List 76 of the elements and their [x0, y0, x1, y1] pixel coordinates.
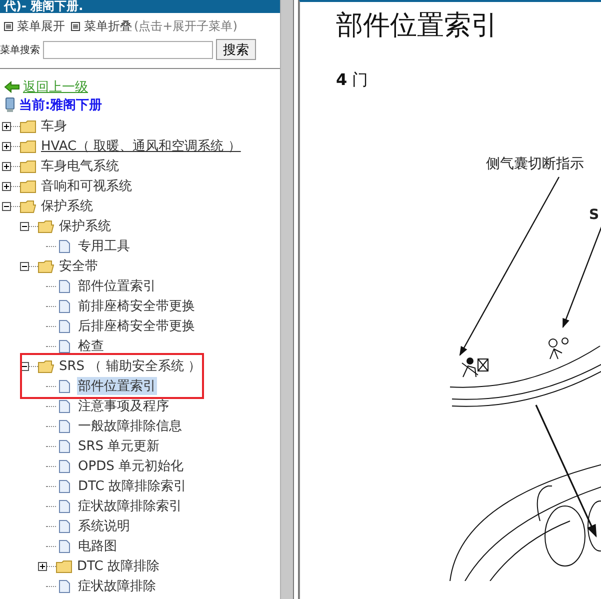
seatbelt-indicator-icon	[462, 358, 488, 378]
document-icon	[59, 380, 70, 392]
tree-item[interactable]: SRS 单元更新	[77, 437, 161, 455]
open-folder-icon	[38, 220, 54, 232]
tree-folder[interactable]: 保护系统	[58, 217, 112, 235]
tree-folder[interactable]: 车身	[40, 117, 68, 135]
document-icon	[59, 320, 70, 332]
document-icon	[59, 480, 70, 492]
computer-icon	[4, 97, 16, 113]
open-folder-icon	[38, 360, 54, 372]
document-icon	[59, 300, 70, 312]
collapse-icon[interactable]	[20, 262, 29, 270]
tree-folder[interactable]: 车身电气系统	[40, 157, 120, 175]
expand-icon[interactable]	[2, 122, 11, 130]
folder-icon	[20, 120, 36, 132]
document-icon	[59, 540, 70, 552]
tree-item[interactable]: 检查	[77, 337, 105, 355]
tree-item[interactable]: 注意事项及程序	[77, 397, 170, 415]
document-icon	[59, 440, 70, 452]
callout-label: S	[589, 207, 600, 223]
document-icon	[59, 580, 70, 592]
tree-folder[interactable]: 音响和可视系统	[40, 177, 133, 195]
expand-icon[interactable]	[2, 182, 11, 190]
tree-item[interactable]: 部件位置索引	[77, 377, 157, 395]
airbag-indicator-icon	[548, 338, 568, 360]
document-icon	[59, 520, 70, 532]
tree-item[interactable]: 症状故障排除	[77, 577, 157, 595]
folder-icon	[20, 180, 36, 192]
menu-hint: (点击+展开子菜单)	[134, 18, 238, 35]
document-icon	[59, 240, 70, 252]
callout-label: 侧气囊切断指示	[486, 156, 584, 172]
tree-item[interactable]: OPDS 单元初始化	[77, 457, 184, 475]
expand-icon[interactable]	[38, 562, 47, 570]
open-folder-icon	[20, 200, 36, 212]
tree-item[interactable]: 专用工具	[77, 237, 131, 255]
document-icon	[59, 400, 70, 412]
tree-item[interactable]: 后排座椅安全带更换	[77, 317, 196, 335]
tree-folder[interactable]: HVAC（ 取暖、通风和空调系统 ）	[40, 137, 242, 155]
tree-item[interactable]: 部件位置索引	[77, 277, 157, 295]
back-link[interactable]: 返回上一级	[23, 78, 88, 96]
menu-icon	[71, 22, 80, 31]
tree-folder[interactable]: SRS （ 辅助安全系统 ）	[58, 357, 202, 375]
expand-icon[interactable]	[2, 162, 11, 170]
tree-folder[interactable]: 保护系统	[40, 197, 94, 215]
document-icon	[59, 280, 70, 292]
menu-icon	[4, 22, 13, 31]
tree-item[interactable]: 系统说明	[77, 517, 131, 535]
menu-toggle-link[interactable]: 菜单折叠	[84, 18, 132, 35]
back-arrow-icon	[4, 81, 20, 93]
tree-item[interactable]: 一般故障排除信息	[77, 417, 183, 435]
scrollbar[interactable]	[280, 0, 293, 599]
search-field[interactable]	[43, 40, 213, 58]
menu-toggle-link[interactable]: 菜单展开	[17, 18, 65, 35]
search-button[interactable]: 搜索	[216, 39, 256, 60]
document-icon	[59, 460, 70, 472]
expand-icon[interactable]	[2, 142, 11, 150]
collapse-icon[interactable]	[2, 202, 11, 210]
tree-item[interactable]: 前排座椅安全带更换	[77, 297, 196, 315]
current-location: 当前:雅阁下册	[19, 97, 102, 114]
document-title: 部件位置索引	[335, 9, 499, 43]
tree-item[interactable]: DTC 故障排除索引	[77, 477, 188, 495]
document-icon	[59, 500, 70, 512]
tree-item[interactable]: 电路图	[77, 537, 118, 555]
tree-folder[interactable]: 安全带	[58, 257, 99, 275]
document-subtitle: 4 门	[335, 69, 370, 91]
document-icon	[59, 420, 70, 432]
folder-icon	[56, 560, 72, 572]
folder-icon	[20, 140, 36, 152]
tree-folder[interactable]: DTC 故障排除	[76, 557, 160, 575]
collapse-icon[interactable]	[20, 222, 29, 230]
folder-icon	[20, 160, 36, 172]
tree-item[interactable]: 症状故障排除索引	[77, 497, 183, 515]
open-folder-icon	[38, 260, 54, 272]
search-label: 菜单搜索	[0, 44, 40, 56]
window-title: 代)- 雅阁下册.	[0, 0, 280, 13]
document-icon	[59, 340, 70, 352]
